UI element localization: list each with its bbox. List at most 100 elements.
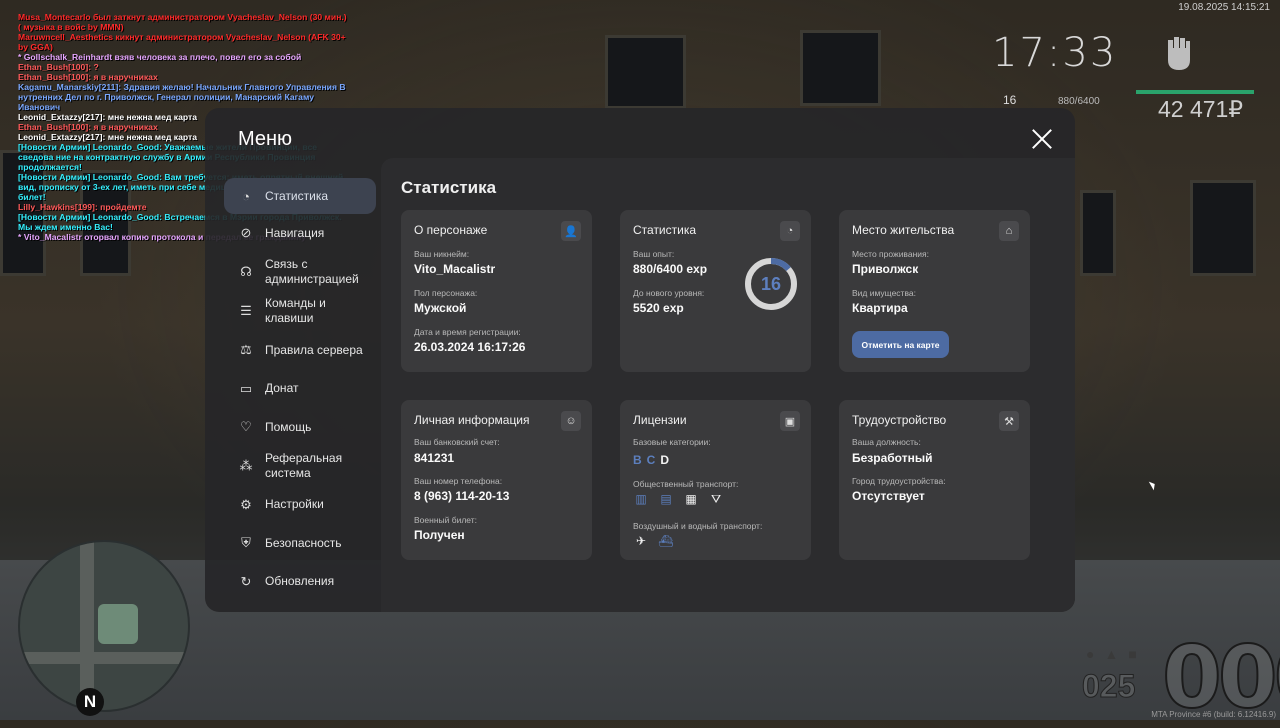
document-icon: ☰ [240,303,252,318]
sidebar-item-9[interactable]: ⛨ Безопасность [224,524,376,563]
public-transport-icons: ▥ ▤ ▦ ⛛ [633,491,724,507]
trolleybus-icon: ▤ [660,492,672,506]
property-label: Вид имущества: [852,288,916,298]
background-window [605,35,686,109]
next-level-value: 5520 exp [633,301,684,315]
base-categories-label: Базовые категории: [633,437,711,447]
compass-north: N [76,688,104,716]
boat-icon: ⛴ [658,534,674,548]
sex-label: Пол персонажа: [414,288,478,298]
sidebar-item-label: Навигация [265,225,325,240]
sidebar-item-label: Статистика [265,188,329,203]
hud-exp: 880/6400 [1058,96,1100,107]
headset-icon: ☊ [240,264,252,279]
vehicle-status-icons: ●▲■ [1086,646,1147,662]
exp-label: Ваш опыт: [633,249,675,259]
military-label: Военный билет: [414,515,478,525]
sidebar-item-3[interactable]: ☰ Команды и клавиши [224,292,376,331]
phone-label: Ваш номер телефона: [414,476,503,486]
shield-icon: ⛨ [241,535,251,551]
job-city-label: Город трудоустройства: [852,476,946,486]
property-value: Квартира [852,301,908,315]
reg-value: 26.03.2024 16:17:26 [414,340,526,354]
card-personal: Личная информация ☺ Ваш банковский счет:… [401,400,592,560]
scales-icon: ⚖ [240,342,252,357]
card-title: Лицензии [633,413,687,427]
fuel-gauge: 025 [1081,668,1136,705]
pie-chart-icon: ◔ [780,221,800,241]
sidebar-item-label: Обновления [265,574,335,589]
user-circle-icon: ☺ [561,411,581,431]
sidebar-item-2[interactable]: ☊ Связь с администрацией [224,253,376,292]
position-label: Ваша должность: [852,437,921,447]
card-character: О персонаже 👤 Ваш никнейм: Vito_Macalist… [401,210,592,372]
gear-icon: ⚙ [240,496,252,512]
mark-on-map-button[interactable]: Отметить на карте [852,331,949,358]
fist-icon [1168,37,1190,70]
card-residence: Место жительства ⌂ Место проживания: При… [839,210,1030,372]
card-job: Трудоустройство ⚒ Ваша должность: Безраб… [839,400,1030,560]
category-d: D [660,453,675,467]
sex-value: Мужской [414,301,467,315]
hud-clock: 17:33 [992,30,1118,76]
home-icon: ⌂ [999,221,1019,241]
mouse-cursor [1148,479,1158,491]
background-window [800,30,881,106]
sidebar-item-label: Связь с администрацией [265,257,359,286]
background-window [1190,180,1256,276]
sidebar-item-4[interactable]: ⚖ Правила сервера [224,331,376,370]
bank-value: 841231 [414,451,455,465]
bus-icon: ▥ [635,492,647,506]
user-icon: 👤 [561,221,581,241]
menu-title: Меню [238,128,293,150]
health-bar [1136,90,1254,94]
id-card-icon: ▣ [780,411,800,431]
wallet-icon: ▭ [239,380,253,396]
hud-money: 42 471₽ [1158,96,1243,122]
job-city-value: Отсутствует [852,489,925,503]
train-icon: ⛛ [710,491,722,506]
public-transport-label: Общественный транспорт: [633,479,739,489]
place-label: Место проживания: [852,249,929,259]
card-title: О персонаже [414,223,488,237]
network-icon: ⁂ [239,458,253,473]
plane-icon: ✈ [635,534,647,548]
background-window [1080,190,1116,276]
sidebar-item-1[interactable]: ⊘ Навигация [224,214,376,253]
card-title: Личная информация [414,413,530,427]
exp-value: 880/6400 exp [633,262,708,276]
sidebar-item-6[interactable]: ♡ Помощь [224,408,376,447]
hud-datetime: 19.08.2025 14:15:21 [1178,2,1270,13]
position-value: Безработный [852,451,933,465]
hammer-icon: ⚒ [999,411,1019,431]
sidebar-item-10[interactable]: ↻ Обновления [224,563,376,602]
card-title: Статистика [633,223,697,237]
compass-icon: ⊘ [240,225,252,241]
sidebar-item-label: Реферальная система [265,451,343,480]
close-button[interactable] [1031,128,1053,150]
menu-sidebar: ◔ Статистика ⊘ Навигация ☊ Связь с администра… [224,178,376,601]
chat-message: Ethan_Bush[100]: я в наручниках [18,72,158,82]
bank-label: Ваш банковский счет: [414,437,500,447]
sidebar-item-label: Настройки [265,497,324,512]
tram-icon: ▦ [685,492,697,506]
chat-message: * Gollschalk_Reinhardt взяв человека за … [18,52,302,62]
chat-message: Ethan_Bush[100]: ? [18,62,99,72]
sidebar-item-label: Правила сервера [265,342,363,357]
level-number: 16 [760,273,782,294]
chat-message: Musa_Montecarlo был заткнут администрато… [18,12,347,32]
sidebar-item-8[interactable]: ⚙ Настройки [224,486,376,525]
sidebar-item-5[interactable]: ▭ Донат [224,370,376,409]
menu-window: Меню ◔ Статистика ⊘ Навигация ☊ Связь с админ… [205,108,1075,612]
card-title: Место жительства [852,223,955,237]
refresh-check-icon: ↻ [240,573,252,589]
build-info: MTA Province #6 (build: 6.12416.9) [1151,710,1276,719]
sidebar-item-label: Команды и клавиши [265,296,326,325]
pie-chart-icon: ◔ [242,188,250,204]
phone-value: 8 (963) 114-20-13 [414,489,510,503]
sidebar-item-7[interactable]: ⁂ Реферальная система [224,447,376,486]
place-value: Приволжск [852,262,919,276]
sidebar-item-label: Донат [265,381,299,396]
sidebar-item-0[interactable]: ◔ Статистика [224,178,376,214]
card-title: Трудоустройство [852,413,947,427]
